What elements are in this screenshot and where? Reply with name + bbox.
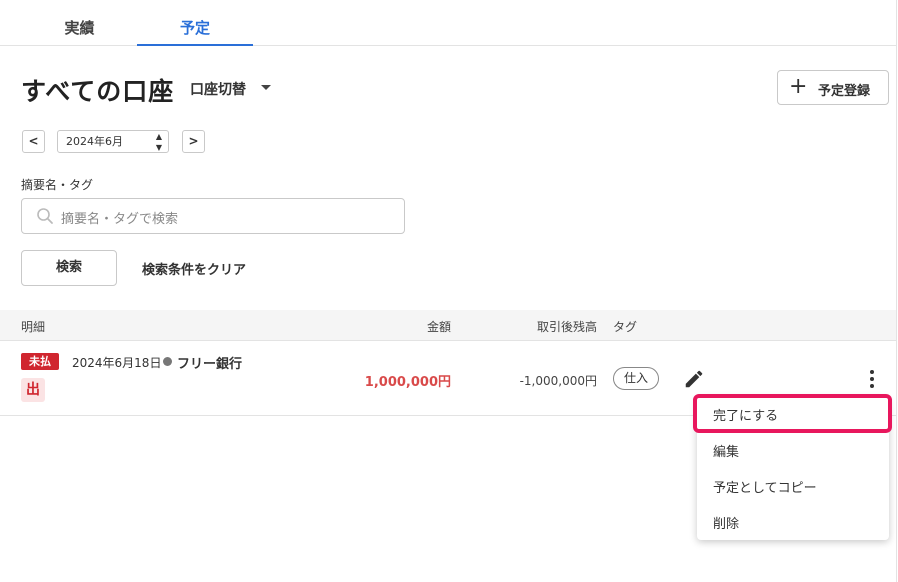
tab-bar: 実績 予定: [0, 0, 896, 46]
row-balance: -1,000,000円: [519, 374, 597, 388]
row-date: 2024年6月18日: [72, 356, 162, 370]
bank-dot-icon: [163, 357, 172, 366]
prev-month-button[interactable]: <: [22, 130, 45, 153]
add-schedule-button[interactable]: + 予定登録: [777, 70, 889, 105]
clear-conditions-link[interactable]: 検索条件をクリア: [142, 259, 246, 278]
search-placeholder: 摘要名・タグで検索: [61, 212, 179, 227]
account-switch-button[interactable]: 口座切替: [190, 79, 246, 99]
menu-item-edit[interactable]: 編集: [713, 441, 739, 460]
select-arrows-icon: ▲ ▼: [155, 132, 162, 152]
page-title: すべての口座: [21, 77, 175, 106]
next-month-button[interactable]: >: [182, 130, 205, 153]
month-select[interactable]: 2024年6月 ▲ ▼: [57, 130, 169, 153]
search-field-label: 摘要名・タグ: [21, 178, 94, 192]
right-border: [896, 0, 897, 582]
menu-item-complete[interactable]: 完了にする: [713, 405, 778, 424]
row-bank-name: フリー銀行: [177, 357, 243, 372]
month-select-value: 2024年6月: [66, 135, 123, 148]
header-tag: タグ: [613, 320, 638, 334]
search-icon: [37, 208, 53, 224]
table-header: 明細 金額 取引後残高 タグ: [0, 310, 896, 341]
search-input[interactable]: 摘要名・タグで検索: [21, 198, 405, 234]
caret-down-icon[interactable]: [261, 85, 271, 90]
context-menu: 完了にする 編集 予定としてコピー 削除: [697, 397, 889, 540]
tab-scheduled[interactable]: 予定: [137, 0, 253, 46]
tag-chip[interactable]: 仕入: [613, 367, 659, 390]
menu-item-delete[interactable]: 削除: [713, 513, 739, 532]
header-amount: 金額: [426, 320, 451, 334]
direction-badge: 出: [21, 378, 45, 402]
vertical-ellipsis-icon[interactable]: [862, 368, 882, 390]
add-schedule-label: 予定登録: [818, 84, 871, 99]
header-detail: 明細: [21, 320, 46, 334]
header-balance: 取引後残高: [536, 320, 597, 334]
tab-actual[interactable]: 実績: [22, 0, 137, 46]
row-amount: 1,000,000円: [364, 375, 451, 390]
status-badge: 未払: [21, 353, 59, 370]
menu-item-copy-as-schedule[interactable]: 予定としてコピー: [713, 477, 817, 496]
pencil-icon[interactable]: [683, 368, 705, 390]
plus-icon: +: [789, 74, 808, 99]
search-button[interactable]: 検索: [21, 250, 117, 286]
